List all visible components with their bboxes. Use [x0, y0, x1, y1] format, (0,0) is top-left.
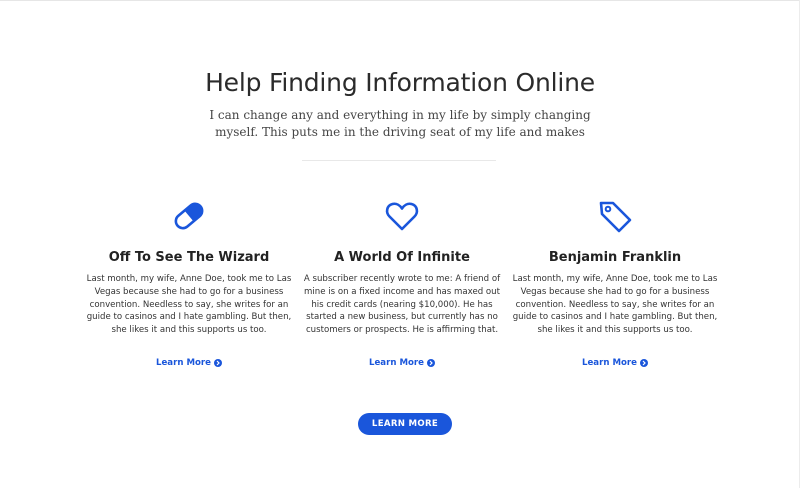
- heart-icon: [385, 202, 419, 231]
- feature-card: Benjamin Franklin Last month, my wife, A…: [511, 198, 719, 370]
- feature-text: A subscriber recently wrote to me: A fri…: [303, 274, 501, 336]
- page-title: Help Finding Information Online: [205, 68, 595, 97]
- learn-more-link[interactable]: Learn More: [156, 358, 222, 368]
- feature-text: Last month, my wife, Anne Doe, took me t…: [86, 274, 292, 336]
- feature-text: Last month, my wife, Anne Doe, took me t…: [512, 274, 718, 336]
- learn-more-button[interactable]: LEARN MORE: [358, 413, 452, 435]
- header-divider: [302, 160, 496, 161]
- arrow-right-icon: [426, 359, 435, 367]
- arrow-right-icon: [213, 359, 222, 367]
- learn-more-label: Learn More: [156, 358, 211, 368]
- feature-title: Benjamin Franklin: [548, 250, 682, 265]
- arrow-right-icon: [639, 359, 648, 367]
- pill-icon: [174, 202, 204, 230]
- tag-icon: [599, 201, 632, 233]
- learn-more-label: Learn More: [582, 358, 637, 368]
- learn-more-label: Learn More: [369, 358, 424, 368]
- features-row: Off To See The Wizard Last month, my wif…: [85, 198, 719, 370]
- top-border: [0, 0, 800, 1]
- learn-more-link[interactable]: Learn More: [582, 358, 648, 368]
- feature-title: Off To See The Wizard: [108, 250, 270, 265]
- section-header: Help Finding Information Online I can ch…: [0, 68, 800, 141]
- learn-more-link[interactable]: Learn More: [369, 358, 435, 368]
- feature-card: Off To See The Wizard Last month, my wif…: [85, 198, 293, 370]
- page-subtitle: I can change any and everything in my li…: [209, 108, 591, 139]
- feature-card: A World Of Infinite A subscriber recentl…: [298, 198, 506, 370]
- feature-title: A World Of Infinite: [334, 250, 470, 265]
